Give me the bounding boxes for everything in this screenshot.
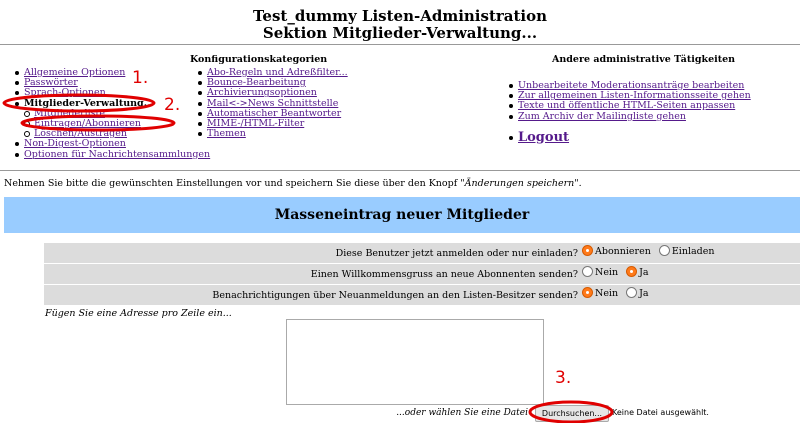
section-title: Masseneintrag neuer Mitglieder [274,207,530,223]
intro-text: Nehmen Sie bitte die gewünschten Einstel… [4,178,582,189]
radio-label: Nein [595,267,619,278]
annotation-number-2: 2. [164,95,181,115]
radio-notify-ja[interactable] [626,287,638,298]
categories-column-1: Allgemeine Optionen Passwörter Sprach-Op… [14,67,210,160]
form-row-subscribe: Diese Benutzer jetzt anmelden oder nur e… [44,243,800,263]
categories-heading: Konfigurationskategorien [190,54,328,65]
radio-label: Einladen [671,246,715,257]
logout-item[interactable]: Logout [508,130,751,146]
radio-label: Ja [639,267,649,278]
intro-after: ". [574,178,582,189]
form-question: Einen Willkommensgruss an neue Abonnente… [310,269,578,280]
annotation-number-3: 3. [555,368,572,388]
categories-column-2: Abo-Regeln und Adreßfilter... Bounce-Bea… [197,67,348,139]
file-prompt: ...oder wählen Sie eine Datei [396,408,528,418]
logout-link[interactable]: Logout [518,130,569,145]
nav-item-nachrichtensammlungen[interactable]: Optionen für Nachrichtensammlungen [14,149,210,160]
page-title: Test_dummy Listen-Administration Sektion… [0,8,800,42]
other-tasks-list: Unbearbeitete Moderationsanträge bearbei… [508,80,751,146]
radio-welcome-ja[interactable] [626,266,638,277]
intro-before: Nehmen Sie bitte die gewünschten Einstel… [4,178,465,189]
form-row-welcome: Einen Willkommensgruss an neue Abonnente… [44,264,800,284]
page-title-line1: Test_dummy Listen-Administration [252,7,548,25]
addresses-textarea[interactable] [286,319,544,405]
section-banner: Masseneintrag neuer Mitglieder [4,197,800,233]
form-question: Benachrichtigungen über Neuanmeldungen a… [212,290,578,301]
nav-item-themen[interactable]: Themen [197,129,348,139]
form-question: Diese Benutzer jetzt anmelden oder nur e… [335,248,578,259]
radio-einladen[interactable] [658,245,670,256]
page-title-line2: Sektion Mitglieder-Verwaltung... [262,24,538,42]
radio-label: Ja [639,288,649,299]
radio-group-notify: Nein Ja [582,287,654,299]
other-tasks-heading: Andere administrative Tätigkeiten [552,54,736,65]
nav-link[interactable]: Themen [207,128,246,139]
annotation-number-1: 1. [132,68,149,88]
radio-group-subscribe: Abonnieren Einladen [582,245,720,257]
address-hint: Fügen Sie eine Adresse pro Zeile ein... [45,308,232,319]
no-file-label: Keine Datei ausgewählt. [612,408,709,417]
browse-button[interactable]: Durchsuchen... [535,405,609,422]
form-row-notify: Benachrichtigungen über Neuanmeldungen a… [44,285,800,305]
task-link[interactable]: Zum Archiv der Mailingliste gehen [518,111,686,122]
intro-emph: Änderungen speichern [464,178,575,189]
radio-group-welcome: Nein Ja [582,266,654,278]
radio-welcome-nein[interactable] [582,266,593,277]
radio-abonnieren[interactable] [582,245,593,256]
file-prompt-text: ...oder wählen Sie eine Datei [396,408,528,418]
middle-divider [0,170,800,171]
nav-link[interactable]: Optionen für Nachrichtensammlungen [24,149,210,160]
top-divider [0,44,800,45]
radio-notify-nein[interactable] [582,287,593,298]
radio-label: Nein [595,288,619,299]
radio-label: Abonnieren [595,246,651,257]
task-archive[interactable]: Zum Archiv der Mailingliste gehen [508,111,751,122]
